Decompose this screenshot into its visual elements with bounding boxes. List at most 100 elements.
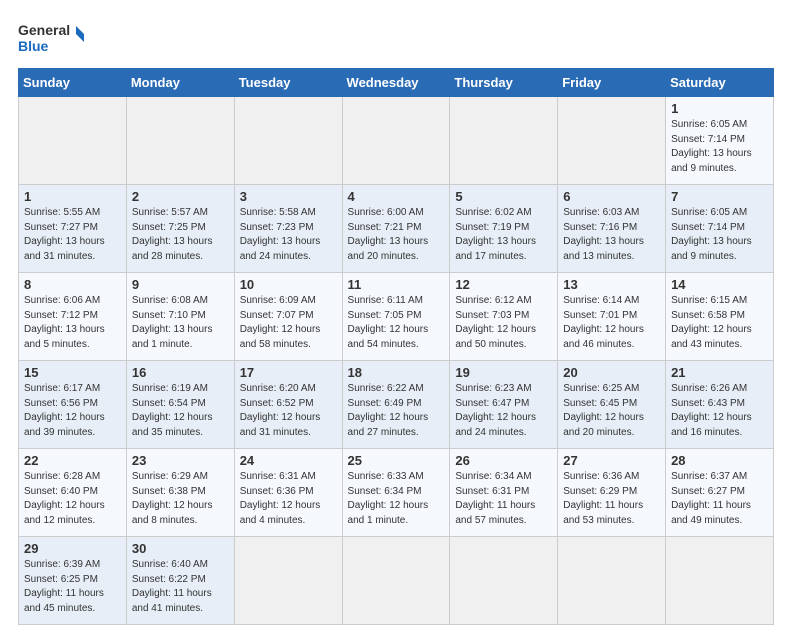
cell-info: Sunset: 7:19 PM [455,221,552,236]
cell-info: and 58 minutes. [240,338,337,353]
cell-info: Daylight: 13 hours [563,235,660,250]
cell-info: and 1 minute. [348,514,445,529]
header-monday: Monday [126,69,234,97]
week-row-3: 8Sunrise: 6:06 AMSunset: 7:12 PMDaylight… [19,273,774,361]
cell-info: and 57 minutes. [455,514,552,529]
cell-info: Sunrise: 6:31 AM [240,470,337,485]
cell-info: Sunrise: 6:29 AM [132,470,229,485]
cell-info: Daylight: 12 hours [455,323,552,338]
cell-info: Sunset: 6:54 PM [132,397,229,412]
logo-svg: General Blue [18,18,88,58]
day-number: 28 [671,453,768,468]
cell-info: and 49 minutes. [671,514,768,529]
cell-info: and 1 minute. [132,338,229,353]
day-number: 8 [24,277,121,292]
day-number: 19 [455,365,552,380]
cell-info: Sunset: 7:03 PM [455,309,552,324]
cell-info: Sunrise: 6:09 AM [240,294,337,309]
calendar-cell [558,537,666,625]
svg-text:Blue: Blue [18,38,49,54]
cell-info: Sunset: 7:21 PM [348,221,445,236]
cell-info: and 50 minutes. [455,338,552,353]
cell-info: and 27 minutes. [348,426,445,441]
calendar-cell: 18Sunrise: 6:22 AMSunset: 6:49 PMDayligh… [342,361,450,449]
cell-info: Sunset: 6:29 PM [563,485,660,500]
cell-info: Sunrise: 6:08 AM [132,294,229,309]
cell-info: Daylight: 11 hours [563,499,660,514]
calendar-cell: 27Sunrise: 6:36 AMSunset: 6:29 PMDayligh… [558,449,666,537]
cell-info: Sunset: 6:52 PM [240,397,337,412]
calendar-cell [234,97,342,185]
week-row-4: 15Sunrise: 6:17 AMSunset: 6:56 PMDayligh… [19,361,774,449]
cell-info: Daylight: 11 hours [455,499,552,514]
cell-info: Sunrise: 6:37 AM [671,470,768,485]
cell-info: Sunrise: 6:34 AM [455,470,552,485]
cell-info: Daylight: 12 hours [348,499,445,514]
calendar-cell [19,97,127,185]
cell-info: Sunrise: 6:20 AM [240,382,337,397]
cell-info: and 17 minutes. [455,250,552,265]
calendar-cell: 8Sunrise: 6:06 AMSunset: 7:12 PMDaylight… [19,273,127,361]
cell-info: Sunset: 7:10 PM [132,309,229,324]
cell-info: Daylight: 12 hours [348,411,445,426]
cell-info: Daylight: 12 hours [348,323,445,338]
calendar-cell: 6Sunrise: 6:03 AMSunset: 7:16 PMDaylight… [558,185,666,273]
cell-info: Daylight: 12 hours [240,499,337,514]
cell-info: Sunrise: 6:05 AM [671,206,768,221]
week-row-5: 22Sunrise: 6:28 AMSunset: 6:40 PMDayligh… [19,449,774,537]
calendar-cell [558,97,666,185]
calendar-cell [234,537,342,625]
cell-info: Daylight: 13 hours [671,147,768,162]
calendar-cell [450,97,558,185]
calendar-cell: 28Sunrise: 6:37 AMSunset: 6:27 PMDayligh… [666,449,774,537]
cell-info: and 28 minutes. [132,250,229,265]
cell-info: Daylight: 13 hours [671,235,768,250]
cell-info: Daylight: 12 hours [24,499,121,514]
day-number: 9 [132,277,229,292]
cell-info: and 41 minutes. [132,602,229,617]
cell-info: Sunrise: 6:23 AM [455,382,552,397]
cell-info: Sunset: 7:16 PM [563,221,660,236]
day-number: 5 [455,189,552,204]
day-number: 4 [348,189,445,204]
calendar-cell [342,97,450,185]
cell-info: and 4 minutes. [240,514,337,529]
cell-info: Sunset: 6:31 PM [455,485,552,500]
cell-info: Daylight: 13 hours [348,235,445,250]
cell-info: Sunset: 6:58 PM [671,309,768,324]
cell-info: Sunset: 7:07 PM [240,309,337,324]
cell-info: Daylight: 12 hours [24,411,121,426]
cell-info: and 35 minutes. [132,426,229,441]
cell-info: Sunset: 6:36 PM [240,485,337,500]
cell-info: Daylight: 11 hours [671,499,768,514]
header-saturday: Saturday [666,69,774,97]
cell-info: Sunset: 6:34 PM [348,485,445,500]
calendar-cell: 30Sunrise: 6:40 AMSunset: 6:22 PMDayligh… [126,537,234,625]
cell-info: and 24 minutes. [240,250,337,265]
cell-info: Sunset: 6:40 PM [24,485,121,500]
header-thursday: Thursday [450,69,558,97]
logo: General Blue [18,18,88,58]
day-number: 16 [132,365,229,380]
cell-info: Daylight: 12 hours [240,323,337,338]
day-number: 22 [24,453,121,468]
calendar-cell: 26Sunrise: 6:34 AMSunset: 6:31 PMDayligh… [450,449,558,537]
cell-info: Sunrise: 6:26 AM [671,382,768,397]
calendar-cell: 1Sunrise: 6:05 AMSunset: 7:14 PMDaylight… [666,97,774,185]
cell-info: Sunrise: 6:25 AM [563,382,660,397]
cell-info: Sunset: 6:47 PM [455,397,552,412]
day-number: 21 [671,365,768,380]
cell-info: Sunrise: 6:40 AM [132,558,229,573]
cell-info: Sunrise: 6:11 AM [348,294,445,309]
cell-info: Daylight: 11 hours [132,587,229,602]
calendar-cell: 13Sunrise: 6:14 AMSunset: 7:01 PMDayligh… [558,273,666,361]
calendar-table: SundayMondayTuesdayWednesdayThursdayFrid… [18,68,774,625]
cell-info: Daylight: 12 hours [671,323,768,338]
cell-info: and 16 minutes. [671,426,768,441]
day-number: 18 [348,365,445,380]
cell-info: Daylight: 12 hours [132,411,229,426]
cell-info: Daylight: 12 hours [563,411,660,426]
header-friday: Friday [558,69,666,97]
day-number: 3 [240,189,337,204]
day-number: 6 [563,189,660,204]
